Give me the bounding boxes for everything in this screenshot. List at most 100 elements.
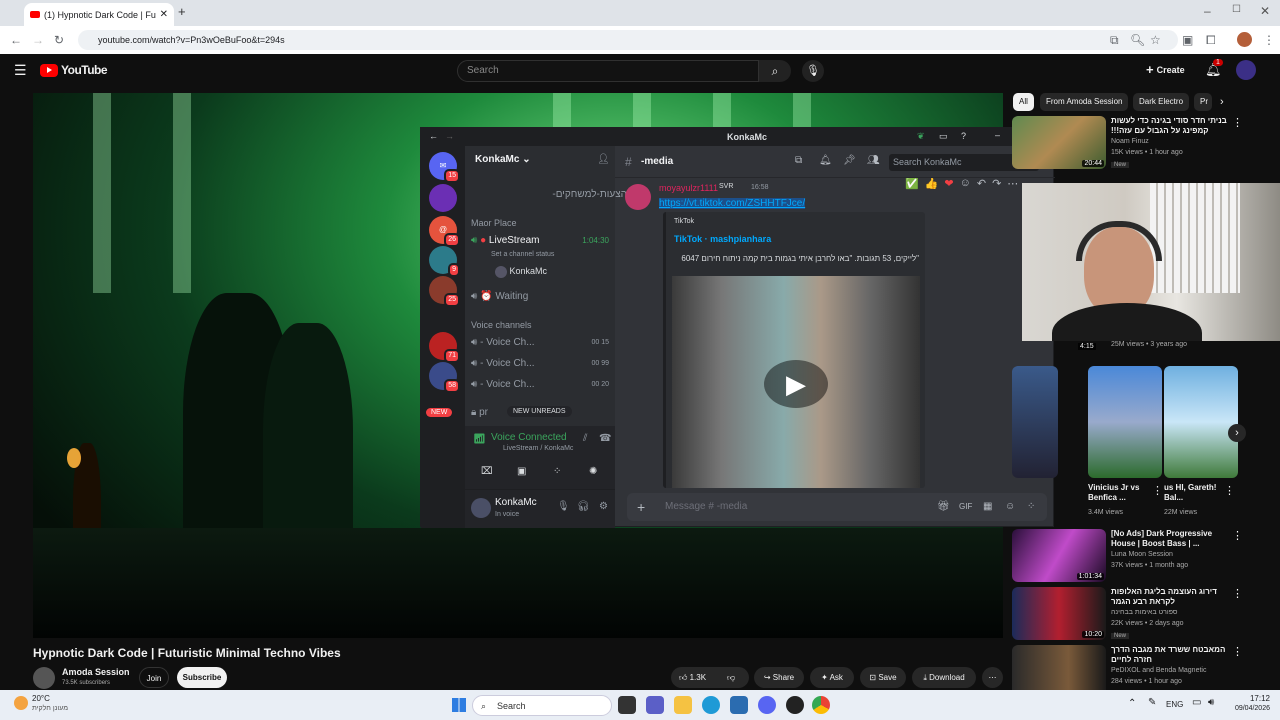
search-button[interactable]: ⌕ xyxy=(759,60,791,82)
server-header[interactable]: KonkaMc ⌄ xyxy=(475,154,531,165)
channel-name[interactable]: Luna Moon Session xyxy=(1111,551,1173,558)
help-icon[interactable]: ? xyxy=(961,131,966,141)
file-explorer-icon[interactable] xyxy=(674,696,692,714)
more-actions-icon[interactable]: ⋮ xyxy=(1232,587,1243,600)
channel-name[interactable]: Noam Finuz xyxy=(1111,138,1149,145)
join-button[interactable]: Join xyxy=(139,667,169,688)
store-icon[interactable] xyxy=(730,696,748,714)
direct-messages-icon[interactable]: ✉ 15 xyxy=(429,152,460,183)
video-title[interactable]: [No Ads] Dark Progressive House | Boost … xyxy=(1111,529,1237,549)
chrome-icon[interactable] xyxy=(812,696,830,714)
new-unreads-pill[interactable]: NEW xyxy=(426,408,453,417)
message-link[interactable]: https://vt.tiktok.com/ZSHHTFJce/ xyxy=(659,198,806,209)
youtube-logo[interactable]: YouTube xyxy=(40,63,108,77)
gif-icon[interactable]: GIF xyxy=(959,493,972,521)
short-thumbnail[interactable] xyxy=(1012,366,1058,478)
more-menu-icon[interactable]: ⋮ xyxy=(1263,26,1275,54)
ask-button[interactable]: ✦ Ask xyxy=(810,667,854,688)
more-actions-icon[interactable]: ⋮ xyxy=(1232,645,1243,658)
headphones-icon[interactable]: 🎧︎ xyxy=(577,501,590,512)
pin-icon[interactable]: 📌︎ xyxy=(843,155,856,166)
channel-name[interactable]: PeDIXOL and Benda Magnetic xyxy=(1111,667,1206,674)
channel-avatar[interactable] xyxy=(33,667,55,689)
activities-icon[interactable]: ⁘ xyxy=(553,466,561,477)
related-video[interactable]: 4:15 25M views • 3 years ago xyxy=(1012,341,1268,357)
install-app-icon[interactable]: ⧉ xyxy=(1110,26,1119,54)
message-input[interactable]: + Message # -media 🎁︎ GIF ▦ ☺ ⁘ xyxy=(627,493,1047,521)
clock-date[interactable]: 09/04/2026 xyxy=(1222,705,1270,712)
shorts-next-arrow-icon[interactable]: › xyxy=(1228,424,1246,442)
server-icon[interactable]: @26 xyxy=(429,216,460,247)
new-tab-button[interactable]: + xyxy=(178,4,186,19)
weather-icon[interactable] xyxy=(14,696,28,710)
short-title[interactable]: us HI, Gareth! Bal... xyxy=(1164,483,1224,503)
video-thumbnail[interactable]: 1:01:34 xyxy=(1012,529,1106,582)
sticker-icon[interactable]: ▦ xyxy=(983,493,992,521)
minimize-window-button[interactable]: – xyxy=(1204,4,1211,18)
back-arrow-icon[interactable]: ← xyxy=(10,26,22,54)
video-thumbnail[interactable]: 20:44 xyxy=(1012,116,1106,169)
pen-icon[interactable]: ✎ xyxy=(1148,697,1156,708)
members-icon[interactable]: 👥︎ xyxy=(867,155,880,166)
apps-icon[interactable]: ⁘ xyxy=(1027,493,1035,521)
discord-taskbar-icon[interactable] xyxy=(758,696,776,714)
server-icon[interactable] xyxy=(429,184,457,212)
minimize-button[interactable]: – xyxy=(995,130,1000,140)
add-reaction-icon[interactable]: ☺ xyxy=(960,178,971,190)
channel-name[interactable]: Amoda Session xyxy=(62,667,130,677)
invite-icon[interactable]: 👤︎ xyxy=(597,154,610,165)
new-unreads-button[interactable]: NEW UNREADS xyxy=(507,406,572,417)
share-button[interactable]: ↪ Share xyxy=(754,667,804,688)
voice-connected-label[interactable]: Voice Connected xyxy=(491,432,567,443)
bookmark-star-icon[interactable]: ☆ xyxy=(1150,26,1161,54)
more-actions-icon[interactable]: ⋮ xyxy=(1152,484,1163,497)
chip-dark-electro[interactable]: Dark Electro xyxy=(1133,93,1190,111)
text-channel[interactable]: הצעות-למשחקים- xyxy=(489,186,627,204)
extensions-puzzle-icon[interactable]: ⧠ xyxy=(1206,26,1216,54)
message-author[interactable]: moyayulzr1111 xyxy=(659,183,718,193)
embed-author-link[interactable]: TikTok · mashpianhara xyxy=(674,234,771,244)
voice-channel[interactable]: 🔊︎ - Voice Ch... 00 99 xyxy=(471,355,609,373)
dislike-button[interactable]: 👎︎ xyxy=(727,667,735,688)
video-thumbnail[interactable]: 10:20 xyxy=(1012,587,1106,640)
more-icon[interactable]: ⋯ xyxy=(1007,178,1018,190)
more-actions-icon[interactable]: ⋮ xyxy=(1232,116,1243,129)
forward-icon[interactable]: ↷ xyxy=(992,178,1001,190)
close-tab-icon[interactable]: ✕ xyxy=(160,9,168,20)
related-video[interactable]: 20:44 בניתי חדר סודי בגינה כדי לעשות קמפ… xyxy=(1012,116,1268,170)
back-arrow-icon[interactable]: ← xyxy=(429,131,438,141)
volume-icon[interactable]: 🔊︎ xyxy=(1208,697,1214,708)
start-windows-icon[interactable] xyxy=(452,698,466,712)
server-icon[interactable]: 58 xyxy=(429,362,460,393)
soundboard-icon[interactable]: ✺ xyxy=(589,466,597,477)
server-icon[interactable]: 25 xyxy=(429,276,460,307)
reload-icon[interactable]: ↻ xyxy=(54,26,64,54)
url-field[interactable]: youtube.com/watch?v=Pn3wOeBuFoo&t=294s xyxy=(78,30,1178,50)
video-thumbnail[interactable] xyxy=(1012,645,1106,690)
reply-icon[interactable]: ↶ xyxy=(977,178,986,190)
short-thumbnail[interactable] xyxy=(1164,366,1238,478)
chip-all[interactable]: All xyxy=(1013,93,1034,111)
server-icon[interactable]: 71 xyxy=(429,332,460,363)
user-avatar[interactable] xyxy=(471,498,491,518)
category-header[interactable]: Voice channels xyxy=(471,316,609,334)
chips-next-arrow-icon[interactable]: › xyxy=(1220,96,1224,108)
noise-suppression-icon[interactable]: ⫽ xyxy=(583,433,587,444)
settings-gear-icon[interactable]: ⚙ xyxy=(599,501,608,512)
weather-temp[interactable]: 20°C xyxy=(32,694,50,703)
hamburger-menu-icon[interactable]: ☰ xyxy=(14,62,27,79)
network-icon[interactable]: ▭ xyxy=(1192,697,1201,708)
user-name[interactable]: KonkaMc xyxy=(495,497,537,508)
notifications-button[interactable]: 🔔︎ 1 xyxy=(1205,59,1223,78)
app-icon[interactable] xyxy=(786,696,804,714)
thumbs-up-reaction-icon[interactable]: 👍 xyxy=(925,178,939,190)
inbox-icon[interactable]: ▭ xyxy=(939,131,948,142)
microphone-icon[interactable]: 🎙︎ xyxy=(557,501,570,512)
language-indicator[interactable]: ENG xyxy=(1166,700,1183,709)
download-button[interactable]: ⤓ Download xyxy=(912,667,976,688)
threads-icon[interactable]: ⧉ xyxy=(795,155,802,166)
video-thumbnail[interactable]: ▶ xyxy=(672,276,920,488)
teams-icon[interactable] xyxy=(646,696,664,714)
voice-channel[interactable]: 🔊︎ - Voice Ch... 00 15 xyxy=(471,334,609,352)
more-actions-icon[interactable]: ⋮ xyxy=(1232,529,1243,542)
